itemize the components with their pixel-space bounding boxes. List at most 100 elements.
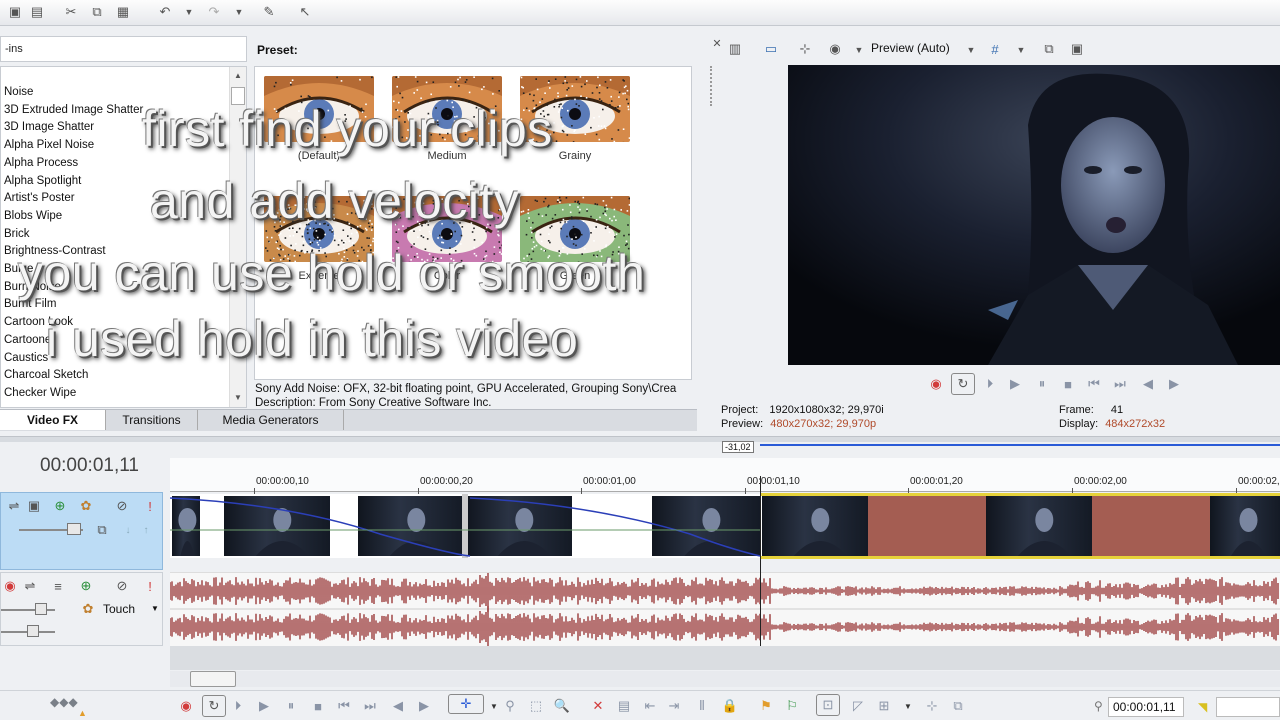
- undo-dropdown-icon[interactable]: ▼: [180, 3, 198, 21]
- auto-crossfade-button[interactable]: ◸: [848, 696, 868, 716]
- whats-this-icon[interactable]: ↖: [296, 3, 314, 21]
- transport-play-button[interactable]: ▶: [254, 696, 274, 716]
- tab-video-fx[interactable]: Video FX: [0, 410, 106, 430]
- fx-list-item[interactable]: Alpha Spotlight: [4, 175, 81, 187]
- loop-button[interactable]: ↻: [951, 373, 975, 395]
- transport-stop-button[interactable]: ■: [308, 696, 328, 716]
- selection-field[interactable]: [1216, 697, 1280, 717]
- undo-icon[interactable]: ↶: [156, 3, 174, 21]
- render-icon[interactable]: ✎: [260, 3, 278, 21]
- go-to-end-button[interactable]: ⏭: [1110, 374, 1130, 394]
- snapping-button[interactable]: ⊡: [816, 694, 840, 716]
- scroll-down-icon[interactable]: ▼: [234, 393, 242, 402]
- transport-next-frame-button[interactable]: ▶: [414, 696, 434, 716]
- fx-list-item[interactable]: Artist's Poster: [4, 192, 75, 204]
- audio-fx-icon[interactable]: ⊕: [77, 577, 95, 595]
- trim-end-button[interactable]: ⇥: [664, 696, 684, 716]
- loop-region-marker[interactable]: -31,02: [722, 441, 754, 453]
- fx-list-item[interactable]: Checker Wipe: [4, 387, 76, 399]
- next-frame-button[interactable]: ▶: [1164, 374, 1184, 394]
- ripple-dropdown-icon[interactable]: ▼: [898, 696, 918, 716]
- preview-quality-label[interactable]: Preview (Auto): [871, 41, 950, 55]
- envelope-tool-button[interactable]: ⚲: [500, 696, 520, 716]
- panel-splitter[interactable]: [0, 436, 1280, 442]
- compositing-icon[interactable]: ▣: [25, 497, 43, 515]
- level-slider-thumb[interactable]: [67, 523, 81, 535]
- audio-mute-icon[interactable]: ⊘: [113, 577, 131, 595]
- selected-clip-outline[interactable]: [760, 493, 1280, 559]
- composite-mode-icon[interactable]: ⧉: [93, 521, 111, 539]
- transport-go-to-start-button[interactable]: ⏮: [334, 696, 354, 716]
- overlays-icon[interactable]: #: [986, 40, 1004, 58]
- fx-chain-icon[interactable]: ⊕: [51, 497, 69, 515]
- save-icon[interactable]: ▣: [6, 3, 24, 21]
- pause-button[interactable]: ⏸: [1032, 374, 1052, 394]
- transport-previous-frame-button[interactable]: ◀: [388, 696, 408, 716]
- fx-list-item[interactable]: Blobs Wipe: [4, 210, 62, 222]
- insert-region-button[interactable]: ⚐: [782, 696, 802, 716]
- split-screen-icon[interactable]: ⊹: [796, 40, 814, 58]
- go-to-start-button[interactable]: ⏮: [1084, 374, 1104, 394]
- redo-icon[interactable]: ↷: [205, 3, 223, 21]
- timeline-scrollbar-thumb[interactable]: [190, 671, 236, 687]
- timeline-scrollbar[interactable]: [170, 671, 1280, 687]
- transport-play-from-start-button[interactable]: ⏵: [228, 696, 248, 716]
- audio-track-lane[interactable]: [169, 570, 1280, 648]
- fx-list-item[interactable]: Alpha Process: [4, 157, 78, 169]
- down-icon[interactable]: ↓: [119, 521, 137, 539]
- external-monitor-icon[interactable]: ▭: [762, 40, 780, 58]
- arm-record-icon[interactable]: ◉: [1, 577, 19, 595]
- selection-tool-button[interactable]: ⬚: [526, 696, 546, 716]
- audio-solo-icon[interactable]: !: [141, 577, 159, 595]
- transport-loop-button[interactable]: ↻: [202, 695, 226, 717]
- ignore-grouping-button[interactable]: ⧉: [948, 696, 968, 716]
- track-motion-icon[interactable]: ⇌: [5, 497, 23, 515]
- lock-button[interactable]: 🔒: [720, 696, 740, 716]
- up-icon[interactable]: ↑: [137, 521, 155, 539]
- automation-mode-icon[interactable]: ✿: [79, 600, 97, 618]
- close-icon[interactable]: ✕: [708, 34, 726, 52]
- volume-slider-thumb[interactable]: [35, 603, 47, 615]
- fx-list-item[interactable]: Noise: [4, 86, 33, 98]
- audio-automation-icon[interactable]: ≡: [49, 577, 67, 595]
- lock-envelopes-button[interactable]: ⊹: [922, 696, 942, 716]
- fx-list-item[interactable]: Alpha Pixel Noise: [4, 139, 94, 151]
- delete-button[interactable]: ✕: [588, 696, 608, 716]
- preview-options-icon[interactable]: ▥: [726, 40, 744, 58]
- previous-frame-button[interactable]: ◀: [1138, 374, 1158, 394]
- video-fx-icon[interactable]: ◉: [826, 40, 844, 58]
- solo-icon[interactable]: !: [141, 497, 159, 515]
- playhead-cursor[interactable]: [760, 476, 761, 670]
- play-button[interactable]: ▶: [1005, 374, 1025, 394]
- quality-mode-dropdown-icon[interactable]: ▼: [962, 41, 980, 59]
- overlays-dropdown-icon[interactable]: ▼: [1012, 41, 1030, 59]
- fx-search-box[interactable]: -ins: [0, 36, 247, 62]
- split-button[interactable]: ⫴: [692, 696, 712, 716]
- fx-list-item[interactable]: Caustics: [4, 352, 48, 364]
- stop-button[interactable]: ■: [1058, 374, 1078, 394]
- quality-dropdown-icon[interactable]: ▼: [850, 41, 868, 59]
- transport-record-button[interactable]: ◉: [176, 696, 196, 716]
- transport-pause-button[interactable]: ⏸: [281, 696, 301, 716]
- normal-edit-tool-button[interactable]: ✛: [448, 694, 484, 714]
- automation-mode-label[interactable]: Touch: [103, 602, 135, 616]
- paste-icon[interactable]: ▦: [114, 3, 132, 21]
- fx-list-item[interactable]: 3D Image Shatter: [4, 121, 94, 133]
- save-snapshot-icon[interactable]: ▣: [1068, 40, 1086, 58]
- properties-icon[interactable]: ▤: [28, 3, 46, 21]
- zoom-tool-button[interactable]: 🔍: [552, 696, 572, 716]
- insert-marker-button[interactable]: ⚑: [756, 696, 776, 716]
- video-track-header[interactable]: ⇌ ▣ ⊕ ✿ ⊘ ! ⧉ ↓ ↑: [0, 492, 163, 570]
- audio-track-header[interactable]: ◉ ⇌ ≡ ⊕ ⊘ ! ✿ Touch ▼: [0, 572, 163, 646]
- fx-list-item[interactable]: Charcoal Sketch: [4, 369, 88, 381]
- copy-snapshot-icon[interactable]: ⧉: [1040, 40, 1058, 58]
- redo-dropdown-icon[interactable]: ▼: [230, 3, 248, 21]
- copy-icon[interactable]: ⧉: [88, 3, 106, 21]
- play-from-start-button[interactable]: ⏵: [980, 374, 1000, 394]
- mute-icon[interactable]: ⊘: [113, 497, 131, 515]
- fx-list-item[interactable]: 3D Extruded Image Shatter: [4, 104, 143, 116]
- cursor-position-field[interactable]: 00:00:01,11: [1108, 697, 1184, 717]
- transport-go-to-end-button[interactable]: ⏭: [360, 696, 380, 716]
- fx-list-item[interactable]: Brick: [4, 228, 30, 240]
- cut-icon[interactable]: ✂: [62, 3, 80, 21]
